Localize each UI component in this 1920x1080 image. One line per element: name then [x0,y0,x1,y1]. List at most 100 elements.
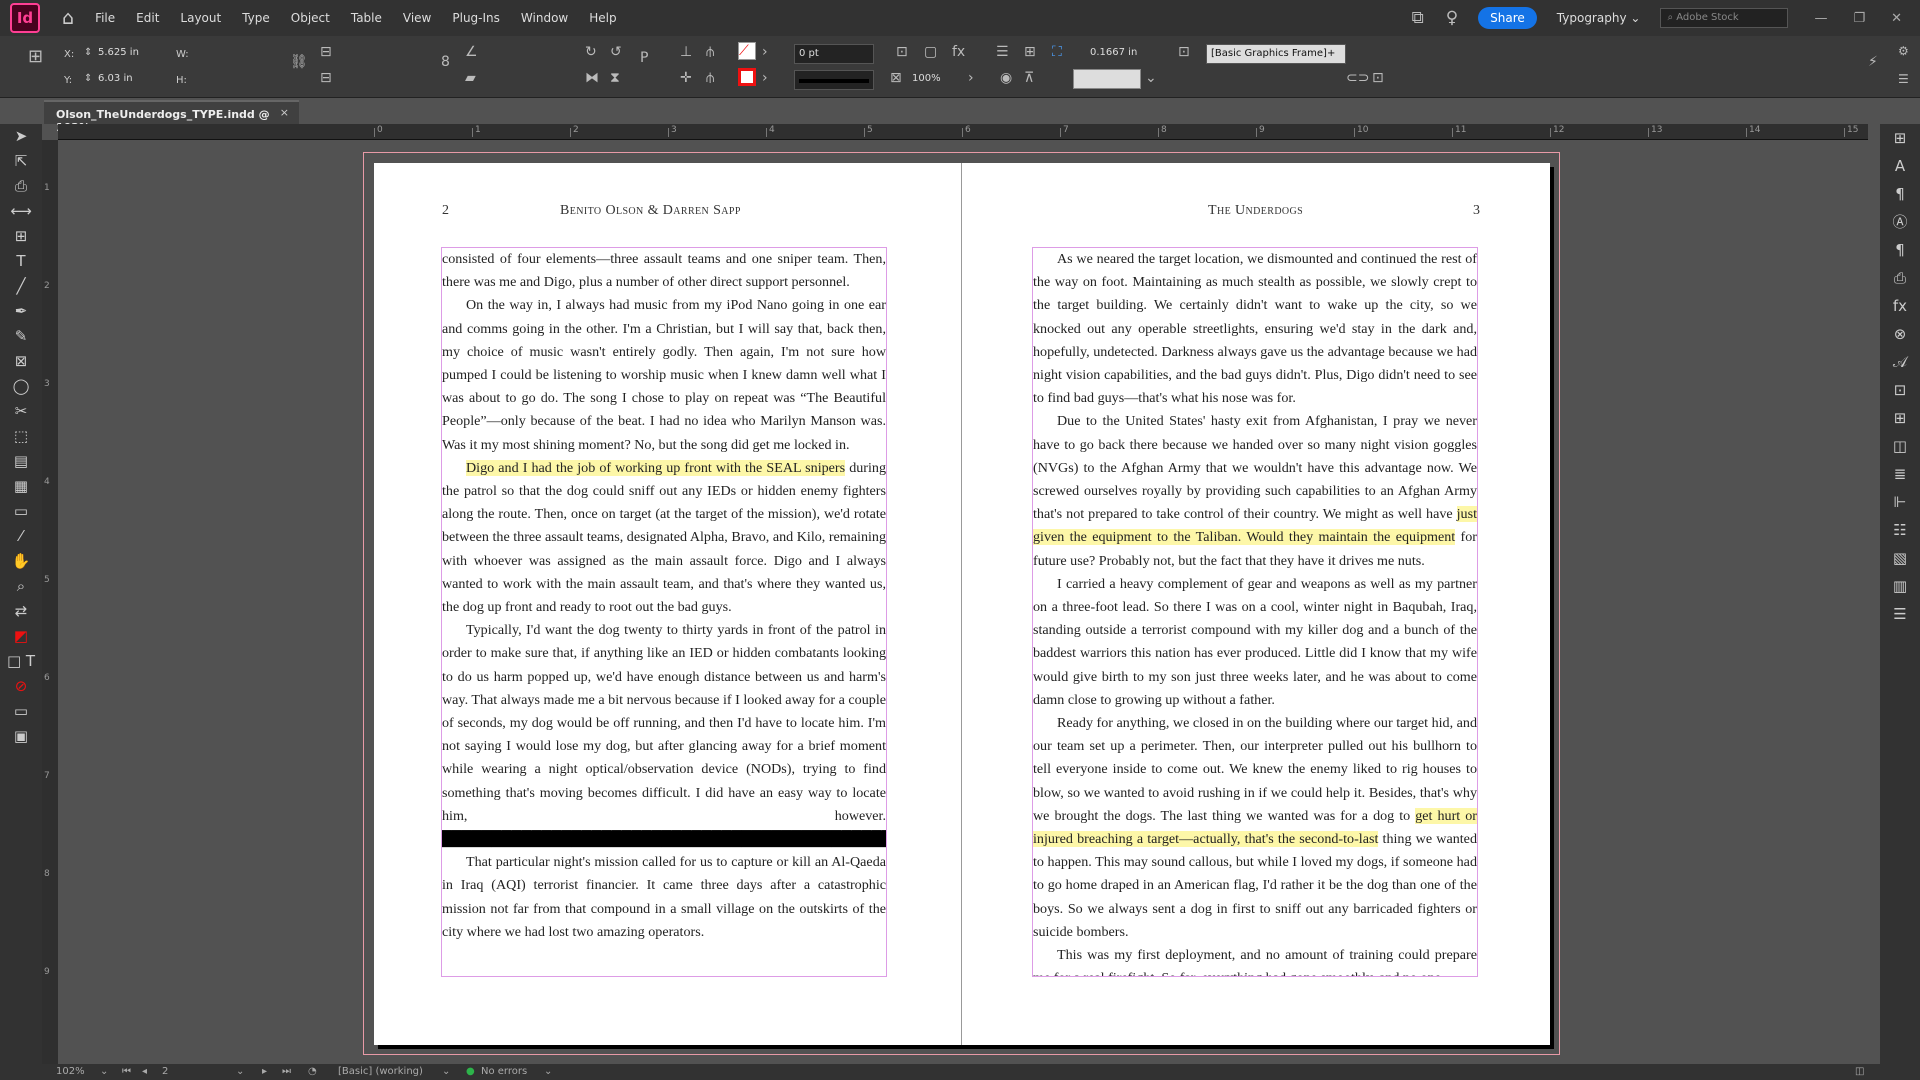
character-styles-icon[interactable]: Ⓐ [1880,208,1920,236]
menu-view[interactable]: View [403,11,431,25]
spread[interactable]: 2 Benito Olson & Darren Sapp consisted o… [374,163,1550,1045]
horizontal-ruler[interactable]: 0 1 2 3 4 5 6 7 8 9 10 11 12 13 14 15 [58,124,1868,140]
quick-actions-icon[interactable]: ⚡ [1868,54,1878,70]
selection-tool-icon[interactable]: ➤ [0,124,42,149]
distribute-bottom-icon[interactable]: ⫛ [706,70,714,86]
menu-file[interactable]: File [95,11,115,25]
menu-window[interactable]: Window [521,11,568,25]
stroke-panel-icon[interactable]: ≣ [1880,460,1920,488]
zoom-level-field[interactable]: 102% [56,1066,85,1077]
formatting-affects-icon[interactable]: □ T [0,649,42,674]
restore-icon[interactable]: ❐ [1853,11,1865,26]
menu-object[interactable]: Object [291,11,330,25]
x-field[interactable]: 5.625 in [94,44,164,64]
links-panel-icon[interactable]: ⊞ [1880,404,1920,432]
menu-edit[interactable]: Edit [136,11,159,25]
menu-layout[interactable]: Layout [180,11,221,25]
effects-panel-icon[interactable]: fx [1880,292,1920,320]
zoom-tool-icon[interactable]: ⌕ [0,574,42,599]
object-style-select[interactable]: [Basic Graphics Frame]+ [1206,44,1346,64]
opacity-field[interactable]: 100% [908,70,968,90]
align-center-icon[interactable]: ✛ [680,70,692,86]
opacity-menu-icon[interactable]: › [968,70,974,86]
rectangle-frame-tool-icon[interactable]: ⊠ [0,349,42,374]
type-tool-icon[interactable]: T [0,249,42,274]
rotate-ccw-icon[interactable]: ↺ [610,44,622,60]
direct-selection-tool-icon[interactable]: ⇱ [0,149,42,174]
profile-chevron-icon[interactable]: ⌄ [442,1066,450,1077]
free-transform-tool-icon[interactable]: ⬚ [0,424,42,449]
vertical-ruler[interactable]: 1 2 3 4 5 6 7 8 9 [42,140,58,1064]
y-stepper-icon[interactable]: ⇕ [84,73,92,84]
reference-point-icon[interactable]: ⊞ [28,46,43,67]
corner-options-icon[interactable]: ◉ [1000,70,1012,86]
flip-vertical-icon[interactable]: ⧗ [610,70,620,86]
menu-help[interactable]: Help [589,11,616,25]
stock-search-input[interactable]: ⌕ Adobe Stock [1660,8,1789,28]
auto-fit-icon[interactable]: ⛶ [1052,44,1062,60]
object-style-icon[interactable]: ⊡ [1178,44,1190,60]
share-button[interactable]: Share [1478,7,1537,29]
link-icon[interactable]: ⊂⊃ [1346,70,1369,86]
default-colors-icon[interactable]: ⇄ [0,599,42,624]
drop-shadow-icon[interactable]: ▢ [924,44,937,60]
content-collector-icon[interactable]: ⊞ [0,224,42,249]
prev-page-icon[interactable]: ◂ [142,1066,147,1077]
fx-icon[interactable]: fx [952,44,965,60]
properties-panel-icon[interactable]: ☷ [1880,516,1920,544]
ellipse-tool-icon[interactable]: ◯ [0,374,42,399]
panel-toggle-icon[interactable]: ◫ [1855,1066,1864,1077]
zoom-chevron-icon[interactable]: ⌄ [100,1066,108,1077]
minimize-icon[interactable]: — [1814,11,1827,26]
screen-mode-icon[interactable]: ▭ [0,699,42,724]
scissors-tool-icon[interactable]: ✂ [0,399,42,424]
stroke-type-select[interactable] [794,70,874,90]
x-stepper-icon[interactable]: ⇕ [84,47,92,58]
constrain-proportions-icon[interactable]: ⛓ [290,54,308,70]
publish-online-icon[interactable]: ⧉ [1412,8,1424,28]
swatches-panel-icon[interactable]: ⊗ [1880,320,1920,348]
home-icon[interactable]: ⌂ [62,7,74,29]
select-content-icon[interactable]: P [640,50,648,66]
preflight-menu-icon[interactable]: ⌄ [544,1066,552,1077]
menu-table[interactable]: Table [351,11,382,25]
settings-gear-icon[interactable]: ⚙ [1898,44,1909,58]
apply-none-icon[interactable]: ⊘ [0,674,42,699]
menu-lines-icon[interactable]: ☰ [1880,600,1920,628]
gap-tool-icon[interactable]: ⟷ [0,199,42,224]
stroke-weight-field[interactable]: 0 pt [794,44,874,64]
eyedropper-tool-icon[interactable]: ⁄ [0,524,42,549]
menu-type[interactable]: Type [242,11,270,25]
wrap-around-icon[interactable]: ⊞ [1024,44,1036,60]
first-page-icon[interactable]: ⏮ [122,1066,131,1077]
fill-stroke-swatch-icon[interactable]: ◩ [0,624,42,649]
h-field[interactable] [196,70,266,90]
preflight-profile[interactable]: [Basic] (working) [338,1066,423,1077]
paragraph-styles-icon[interactable]: ¶ [1880,236,1920,264]
flip-horizontal-icon[interactable]: ⧓ [585,70,599,86]
lightbulb-icon[interactable]: ♀ [1446,8,1458,28]
page-number-field[interactable]: 2 [162,1066,168,1077]
hand-tool-icon[interactable]: ✋ [0,549,42,574]
workspace-switcher[interactable]: Typography ⌄ [1557,11,1641,25]
close-window-icon[interactable]: ✕ [1891,11,1902,26]
page-tool-icon[interactable]: ⎙ [0,174,42,199]
fill-menu-chevron-icon[interactable]: › [762,44,768,60]
frame-fitting-icon[interactable]: ⊡ [896,44,908,60]
shear-field[interactable] [488,70,566,90]
pencil-tool-icon[interactable]: ✎ [0,324,42,349]
left-page[interactable]: 2 Benito Olson & Darren Sapp consisted o… [374,163,962,1045]
open-page-icon[interactable]: ◔ [308,1066,317,1077]
preview-mode-icon[interactable]: ▣ [0,724,42,749]
rotation-field[interactable] [488,44,566,64]
close-tab-icon[interactable]: × [280,106,289,119]
layers-panel-icon[interactable]: ◫ [1880,432,1920,460]
stroke-menu-chevron-icon[interactable]: › [762,70,768,86]
y-field[interactable]: 6.03 in [94,70,164,90]
pages-panel-icon[interactable]: ⎙ [1880,264,1920,292]
scale-y-field[interactable] [346,70,424,90]
panel-menu-icon[interactable]: ☰ [1898,72,1909,86]
next-page-icon[interactable]: ▸ [262,1066,267,1077]
line-tool-icon[interactable]: ╱ [0,274,42,299]
gradient-feather-tool-icon[interactable]: ▦ [0,474,42,499]
